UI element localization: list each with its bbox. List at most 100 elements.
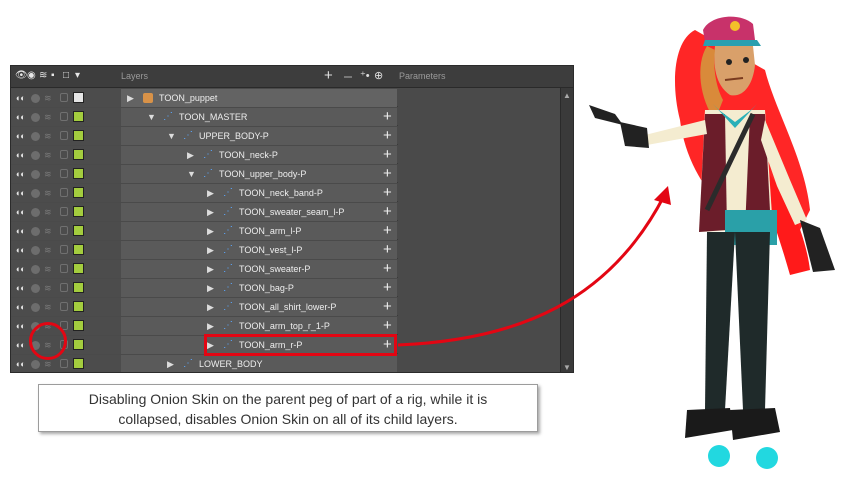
layer-name-cell[interactable]: ▶ ⋰ TOON_sweater-P +	[121, 260, 397, 278]
lock-icon[interactable]	[60, 302, 68, 311]
lock-icon[interactable]	[60, 264, 68, 273]
layer-color-swatch[interactable]	[73, 263, 84, 274]
layer-row[interactable]: ◐◐ ≋ ▼ ⋰ TOON_MASTER +	[11, 108, 561, 126]
layer-color-swatch[interactable]	[73, 301, 84, 312]
add-child-icon[interactable]: +	[383, 146, 392, 164]
layer-stack-icon[interactable]: ≋	[44, 169, 52, 180]
lock-icon[interactable]	[60, 207, 68, 216]
eye-icon[interactable]: ◐◐	[16, 207, 26, 217]
onion-skin-icon[interactable]	[31, 151, 40, 160]
eye-icon[interactable]: ◐◐	[16, 226, 26, 236]
layer-stack-icon[interactable]: ≋	[44, 131, 52, 142]
expand-triangle-icon[interactable]: ▶	[207, 264, 214, 275]
expand-triangle-icon[interactable]: ▶	[207, 188, 214, 199]
onion-skin-icon[interactable]	[31, 360, 40, 369]
layer-stack-icon[interactable]: ≋	[44, 150, 52, 161]
onion-skin-icon[interactable]	[31, 265, 40, 274]
lock-header-icon[interactable]: ▪	[51, 70, 55, 82]
expand-triangle-icon[interactable]: ▶	[207, 207, 214, 218]
layer-stack-icon[interactable]: ≋	[44, 283, 52, 294]
layer-color-swatch[interactable]	[73, 187, 84, 198]
layer-row[interactable]: ◐◐ ≋ ▶ TOON_puppet	[11, 89, 561, 107]
eye-icon[interactable]: ◐◐	[16, 302, 26, 312]
layer-row[interactable]: ◐◐ ≋ ▶ ⋰ TOON_neck_band-P +	[11, 184, 561, 202]
onion-skin-icon[interactable]	[31, 94, 40, 103]
onion-skin-icon[interactable]	[31, 303, 40, 312]
lock-icon[interactable]	[60, 150, 68, 159]
layer-row[interactable]: ◐◐ ≋ ▶ ⋰ TOON_all_shirt_lower-P +	[11, 298, 561, 316]
eye-icon[interactable]: ◐◐	[16, 150, 26, 160]
layer-stack-icon[interactable]: ≋	[44, 207, 52, 218]
expand-triangle-icon[interactable]: ▶	[127, 93, 134, 104]
onion-skin-header-icon[interactable]: ◉	[27, 70, 36, 82]
layer-name-cell[interactable]: ▼ ⋰ UPPER_BODY-P +	[121, 127, 397, 145]
onion-skin-icon[interactable]	[31, 284, 40, 293]
layer-row[interactable]: ◐◐ ≋ ▶ ⋰ LOWER_BODY	[11, 355, 561, 372]
delete-layer-icon[interactable]	[344, 68, 354, 83]
layer-color-swatch[interactable]	[73, 168, 84, 179]
add-layer-icon[interactable]: +	[324, 67, 333, 84]
layer-row[interactable]: ◐◐ ≋ ▼ ⋰ TOON_upper_body-P +	[11, 165, 561, 183]
lock-icon[interactable]	[60, 245, 68, 254]
layer-name-cell[interactable]: ▶ ⋰ TOON_sweater_seam_l-P +	[121, 203, 397, 221]
add-child-icon[interactable]: +	[383, 203, 392, 221]
eye-icon[interactable]: ◐◐	[16, 283, 26, 293]
layer-row[interactable]: ◐◐ ≋ ▶ ⋰ TOON_neck-P +	[11, 146, 561, 164]
layer-stack-icon[interactable]: ≋	[44, 188, 52, 199]
layer-stack-icon[interactable]: ≋	[44, 264, 52, 275]
eye-icon[interactable]: ◐◐	[16, 131, 26, 141]
eye-icon[interactable]: ◐◐	[16, 93, 26, 103]
expand-triangle-icon[interactable]: ▶	[187, 150, 194, 161]
onion-skin-icon[interactable]	[31, 132, 40, 141]
expand-triangle-icon[interactable]: ▶	[207, 245, 214, 256]
add-drawing-icon[interactable]: ⊕	[374, 69, 383, 82]
add-child-icon[interactable]: +	[383, 127, 392, 145]
add-child-icon[interactable]: +	[383, 298, 392, 316]
onion-skin-icon[interactable]	[31, 113, 40, 122]
scroll-down-icon[interactable]: ▼	[563, 363, 571, 372]
dropdown-header-icon[interactable]: ▾	[75, 70, 80, 82]
layer-row[interactable]: ◐◐ ≋ ▼ ⋰ UPPER_BODY-P +	[11, 127, 561, 145]
eye-icon[interactable]: ◐◐	[16, 245, 26, 255]
onion-skin-icon[interactable]	[31, 170, 40, 179]
layer-color-swatch[interactable]	[73, 111, 84, 122]
eye-icon[interactable]: ◐◐	[16, 169, 26, 179]
layer-name-cell[interactable]: ▶ ⋰ TOON_neck-P +	[121, 146, 397, 164]
scrollbar[interactable]: ▲ ▼	[560, 88, 573, 372]
layer-name-cell[interactable]: ▶ ⋰ TOON_bag-P +	[121, 279, 397, 297]
add-child-icon[interactable]: +	[383, 317, 392, 335]
onion-skin-icon[interactable]	[31, 189, 40, 198]
layer-color-swatch[interactable]	[73, 358, 84, 369]
eye-icon[interactable]: ◐◐	[16, 264, 26, 274]
color-header-icon[interactable]: □	[63, 70, 69, 82]
layer-name-cell[interactable]: ▶ ⋰ TOON_arm_l-P +	[121, 222, 397, 240]
layer-color-swatch[interactable]	[73, 130, 84, 141]
layer-stack-icon[interactable]: ≋	[44, 226, 52, 237]
eye-icon[interactable]: ◐◐	[16, 340, 26, 350]
layer-color-swatch[interactable]	[73, 244, 84, 255]
add-child-icon[interactable]: +	[383, 260, 392, 278]
lock-icon[interactable]	[60, 112, 68, 121]
layer-color-swatch[interactable]	[73, 225, 84, 236]
lock-icon[interactable]	[60, 283, 68, 292]
layer-name-cell[interactable]: ▶ ⋰ TOON_neck_band-P +	[121, 184, 397, 202]
layer-stack-icon[interactable]: ≋	[44, 359, 52, 370]
layer-color-swatch[interactable]	[73, 149, 84, 160]
add-child-icon[interactable]: +	[383, 241, 392, 259]
layer-row[interactable]: ◐◐ ≋ ▶ ⋰ TOON_sweater_seam_l-P +	[11, 203, 561, 221]
expand-triangle-icon[interactable]: ▶	[207, 226, 214, 237]
onion-skin-icon[interactable]	[31, 208, 40, 217]
lock-icon[interactable]	[60, 93, 68, 102]
add-child-icon[interactable]: +	[383, 279, 392, 297]
layer-name-cell[interactable]: ▼ ⋰ TOON_MASTER +	[121, 108, 397, 126]
onion-skin-icon[interactable]	[31, 246, 40, 255]
layer-stack-icon[interactable]: ≋	[44, 93, 52, 104]
layer-stack-icon[interactable]: ≋	[44, 245, 52, 256]
layer-name-cell[interactable]: ▶ ⋰ LOWER_BODY	[121, 355, 397, 372]
eye-icon[interactable]: ◐◐	[16, 112, 26, 122]
eye-icon[interactable]: ◐◐	[16, 359, 26, 369]
add-child-icon[interactable]: +	[383, 108, 392, 126]
layer-name-cell[interactable]: ▶ ⋰ TOON_all_shirt_lower-P +	[121, 298, 397, 316]
collapse-triangle-icon[interactable]: ▼	[167, 131, 176, 141]
eye-header-icon[interactable]: 👁	[15, 70, 28, 82]
